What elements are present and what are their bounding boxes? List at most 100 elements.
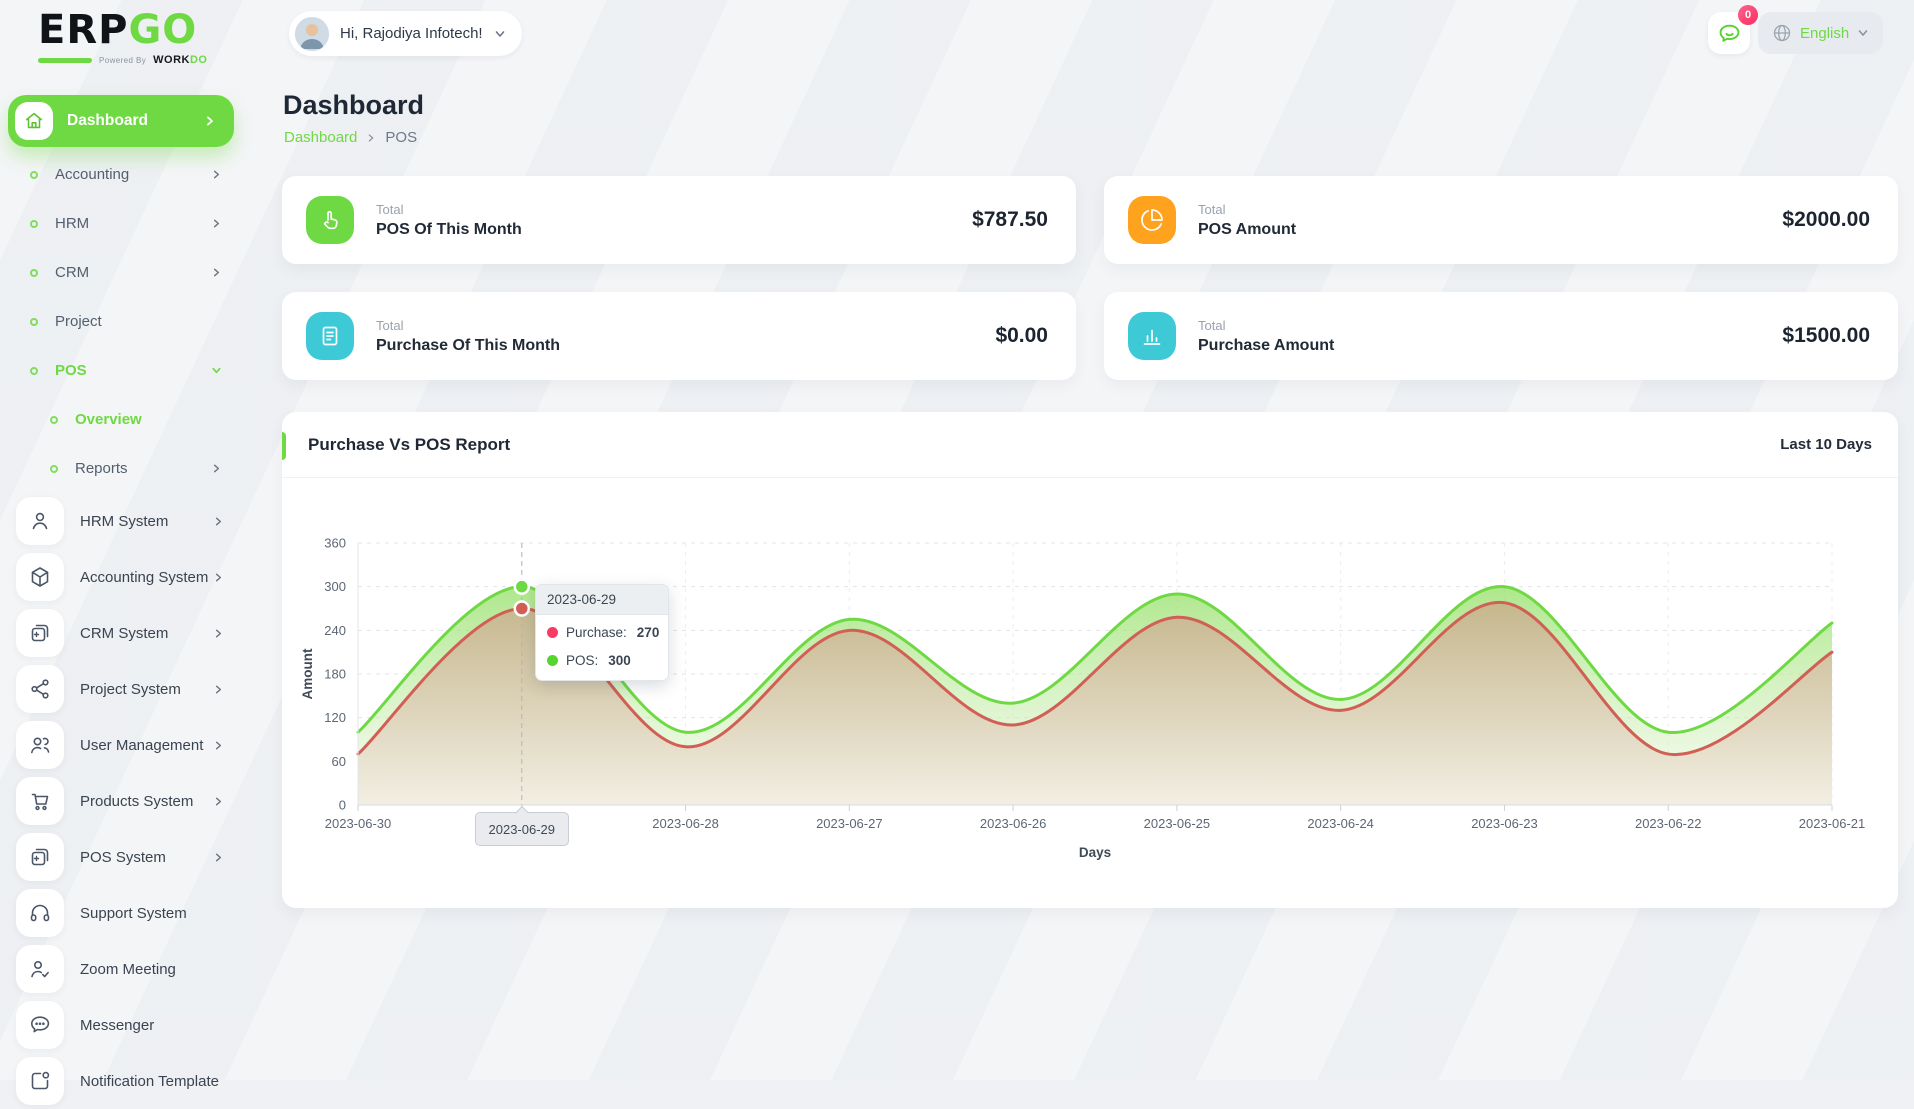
chevron-right-icon <box>213 684 224 695</box>
user-greeting: Hi, Rajodiya Infotech! <box>340 25 483 42</box>
sidebar-item-zoom-meeting[interactable]: Zoom Meeting <box>0 941 246 997</box>
chevron-right-icon <box>213 852 224 863</box>
sidebar-item-support-system[interactable]: Support System <box>0 885 246 941</box>
tooltip-date: 2023-06-29 <box>536 585 668 615</box>
user-menu[interactable]: Hi, Rajodiya Infotech! <box>289 11 522 56</box>
chevron-right-icon <box>213 516 224 527</box>
sidebar-item-project-system[interactable]: Project System <box>0 661 246 717</box>
bullet-icon <box>30 318 38 326</box>
stat-title: Purchase Of This Month <box>376 337 560 354</box>
stat-eyebrow: Total <box>1198 202 1296 217</box>
globe-icon <box>1772 23 1792 43</box>
app-logo[interactable]: ERPGO Powered By WORKDO <box>38 10 207 66</box>
chart-tooltip: 2023-06-29 Purchase: 270 POS: 300 <box>535 584 669 681</box>
chart-range-label: Last 10 Days <box>1780 436 1872 453</box>
svg-text:2023-06-26: 2023-06-26 <box>980 816 1047 831</box>
purchase-vs-pos-report-card: Purchase Vs POS Report Last 10 Days 0 60 1… <box>282 412 1898 908</box>
card-accent-bar <box>282 432 286 460</box>
stat-value: $1500.00 <box>1782 324 1870 348</box>
notification-badge: 0 <box>1738 5 1758 25</box>
svg-text:2023-06-25: 2023-06-25 <box>1144 816 1211 831</box>
chevron-right-icon <box>211 463 222 474</box>
sidebar-item-crm-system[interactable]: CRM System <box>0 605 246 661</box>
bar-chart-icon <box>1128 312 1176 360</box>
svg-text:2023-06-21: 2023-06-21 <box>1799 816 1866 831</box>
notification-template-icon <box>16 1057 64 1105</box>
chevron-right-icon <box>211 218 222 229</box>
logo-underline <box>38 58 92 63</box>
shopping-cart-icon <box>16 777 64 825</box>
language-selector[interactable]: English <box>1758 12 1883 54</box>
stat-value: $2000.00 <box>1782 208 1870 232</box>
sidebar-item-messenger[interactable]: Messenger <box>0 997 246 1053</box>
page-title: Dashboard <box>283 90 424 121</box>
sidebar-item-dashboard[interactable]: Dashboard <box>8 95 234 147</box>
sidebar-item-notification-template[interactable]: Notification Template <box>0 1053 246 1109</box>
bullet-icon <box>50 465 58 473</box>
breadcrumb-current: POS <box>385 129 417 146</box>
hand-pointer-icon <box>306 196 354 244</box>
chevron-down-icon <box>494 28 506 40</box>
svg-text:240: 240 <box>324 623 346 638</box>
bullet-icon <box>30 269 38 277</box>
stat-title: POS Amount <box>1198 221 1296 238</box>
tooltip-row-purchase: Purchase: 270 <box>536 615 668 643</box>
person-icon <box>16 497 64 545</box>
chevron-right-icon <box>213 796 224 807</box>
stat-card-purchase-of-this-month: Total Purchase Of This Month $0.00 <box>282 292 1076 380</box>
svg-text:Days: Days <box>1079 845 1111 860</box>
notifications-button[interactable]: 0 <box>1708 12 1750 54</box>
stat-cards: Total POS Of This Month $787.50 Total PO… <box>282 176 1898 380</box>
sidebar-item-pos-reports[interactable]: Reports <box>0 444 246 493</box>
stat-card-pos-of-this-month: Total POS Of This Month $787.50 <box>282 176 1076 264</box>
sidebar-item-crm[interactable]: CRM <box>0 248 246 297</box>
sidebar-item-pos[interactable]: POS <box>0 346 246 395</box>
x-axis-highlight-label: 2023-06-29 <box>475 812 569 846</box>
chart-body: 0601201802403003602023-06-302023-06-2820… <box>282 478 1898 908</box>
svg-text:2023-06-28: 2023-06-28 <box>652 816 719 831</box>
headset-icon <box>16 889 64 937</box>
svg-text:2023-06-22: 2023-06-22 <box>1635 816 1702 831</box>
stat-card-pos-amount: Total POS Amount $2000.00 <box>1104 176 1898 264</box>
sidebar-item-project[interactable]: Project <box>0 297 246 346</box>
svg-text:120: 120 <box>324 710 346 725</box>
bullet-icon <box>50 416 58 424</box>
language-label: English <box>1800 25 1849 42</box>
sidebar-item-pos-system[interactable]: POS System <box>0 829 246 885</box>
bullet-icon <box>30 367 38 375</box>
svg-text:Amount: Amount <box>300 648 315 699</box>
chevron-right-icon <box>204 115 216 127</box>
sidebar-item-hrm-system[interactable]: HRM System <box>0 493 246 549</box>
app-window-icon <box>16 609 64 657</box>
svg-text:0: 0 <box>339 798 346 813</box>
chevron-right-icon <box>211 169 222 180</box>
users-icon <box>16 721 64 769</box>
chevron-down-icon <box>211 365 222 376</box>
powered-by: Powered By WORKDO <box>38 54 207 66</box>
chevron-down-icon <box>1857 27 1869 39</box>
sidebar-item-accounting[interactable]: Accounting <box>0 150 246 199</box>
svg-text:2023-06-24: 2023-06-24 <box>1307 816 1374 831</box>
svg-text:300: 300 <box>324 579 346 594</box>
svg-text:60: 60 <box>332 754 346 769</box>
sidebar-item-pos-overview[interactable]: Overview <box>0 395 246 444</box>
stat-value: $787.50 <box>972 208 1048 232</box>
chart-title: Purchase Vs POS Report <box>308 435 510 455</box>
breadcrumb-dashboard-link[interactable]: Dashboard <box>284 129 357 146</box>
tooltip-row-pos: POS: 300 <box>536 643 668 680</box>
person-check-icon <box>16 945 64 993</box>
share-nodes-icon <box>16 665 64 713</box>
stat-eyebrow: Total <box>1198 318 1334 333</box>
sidebar-item-accounting-system[interactable]: Accounting System <box>0 549 246 605</box>
chevron-right-icon <box>213 572 224 583</box>
chevron-right-icon <box>213 740 224 751</box>
chevron-right-icon <box>366 133 376 143</box>
bullet-icon <box>30 171 38 179</box>
cube-icon <box>16 553 64 601</box>
sidebar-item-products-system[interactable]: Products System <box>0 773 246 829</box>
sidebar-item-hrm[interactable]: HRM <box>0 199 246 248</box>
svg-text:2023-06-30: 2023-06-30 <box>325 816 392 831</box>
chevron-right-icon <box>211 267 222 278</box>
sidebar-item-user-management[interactable]: User Management <box>0 717 246 773</box>
purchase-dot-icon <box>547 627 558 638</box>
